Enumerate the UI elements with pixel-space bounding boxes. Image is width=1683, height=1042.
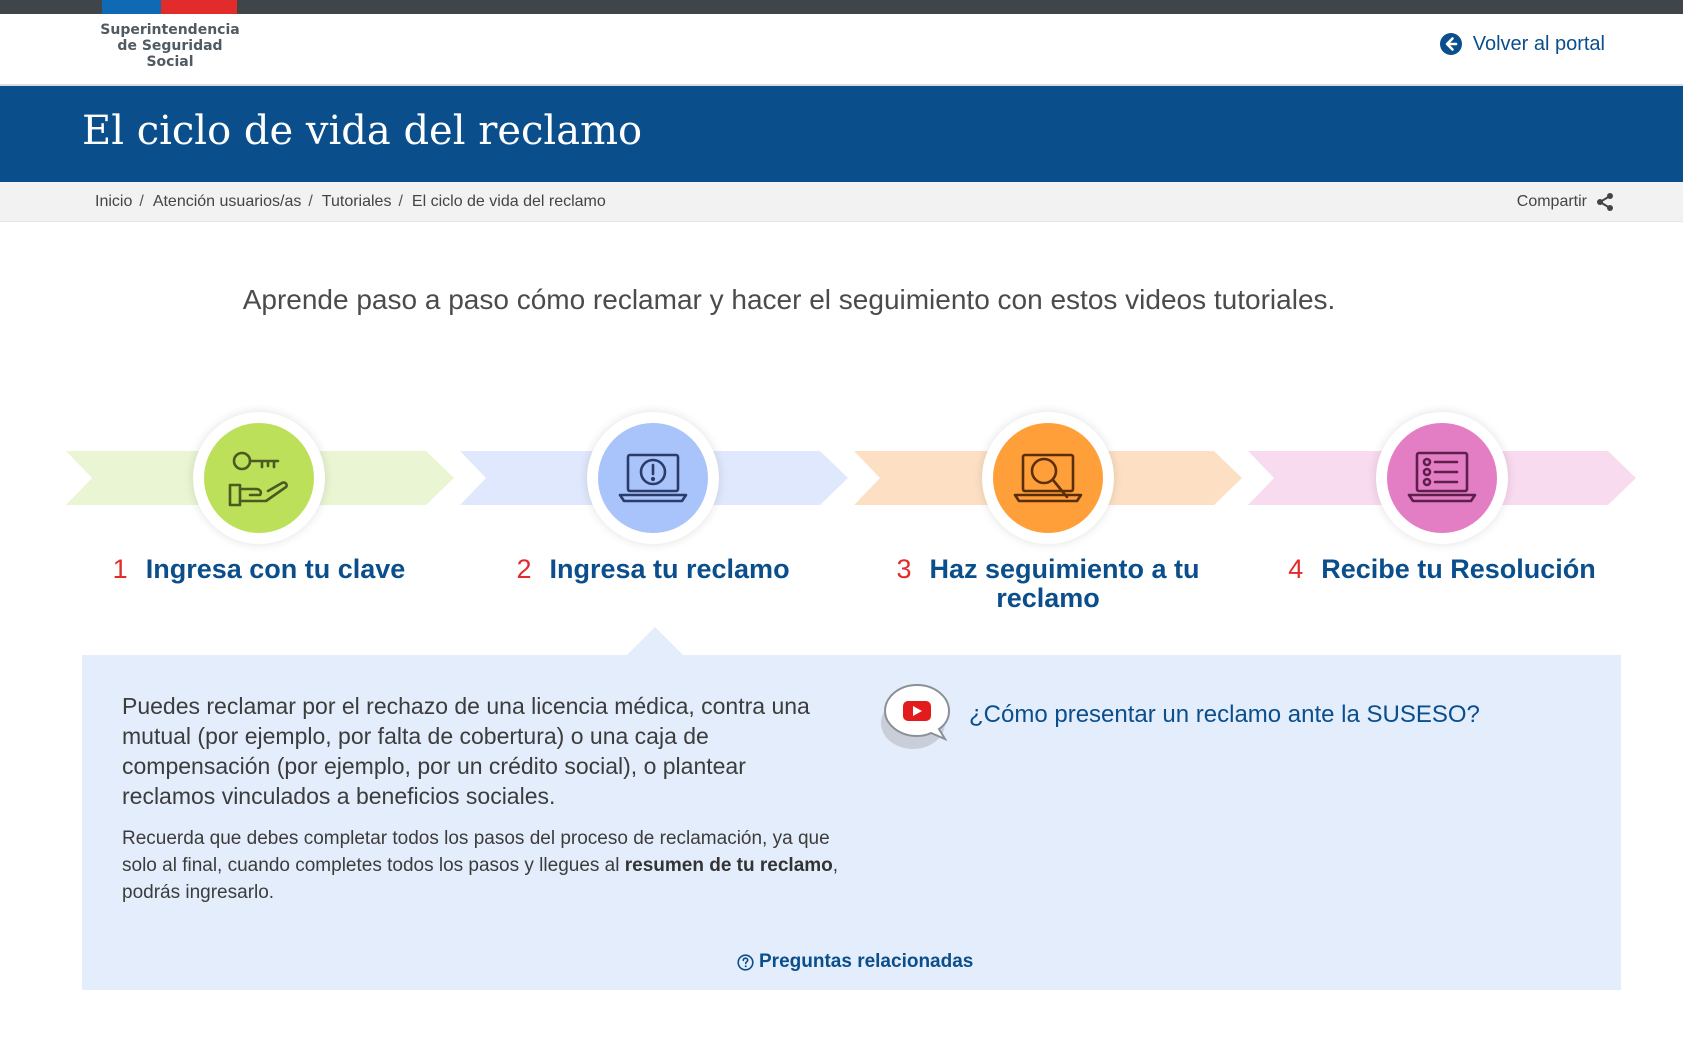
logo-line-3: Social (146, 54, 194, 70)
step-1-circle[interactable] (193, 412, 325, 544)
step-3-number: 3 (896, 554, 912, 584)
panel-note: Recuerda que debes completar todos los p… (122, 825, 842, 906)
logo-line-2: de Seguridad (117, 38, 223, 54)
step-detail-panel: Puedes reclamar por el rechazo de una li… (82, 655, 1621, 990)
breadcrumb-inicio[interactable]: Inicio (95, 193, 132, 211)
breadcrumb-separator: / (139, 193, 144, 210)
share-icon (1597, 193, 1613, 211)
step-3-label[interactable]: 3 Haz seguimiento a tu reclamo (868, 555, 1228, 613)
youtube-bubble-icon (881, 683, 951, 749)
related-questions-link[interactable]: Preguntas relacionadas (737, 951, 973, 973)
site-header: Superintendencia de Seguridad Social Vol… (0, 14, 1683, 86)
back-to-portal-label: Volver al portal (1472, 32, 1605, 55)
video-tutorial-link[interactable]: ¿Cómo presentar un reclamo ante la SUSES… (877, 679, 1480, 751)
related-questions-label: Preguntas relacionadas (759, 951, 974, 972)
step-1-title: Ingresa con tu clave (145, 554, 406, 584)
share-button[interactable]: Compartir (1517, 192, 1615, 212)
breadcrumb-tutoriales[interactable]: Tutoriales (322, 193, 392, 211)
step-2-number: 2 (516, 554, 532, 584)
step-1-number: 1 (112, 554, 128, 584)
breadcrumb-current: El ciclo de vida del reclamo (411, 193, 606, 210)
step-4-number: 4 (1288, 554, 1304, 584)
breadcrumb-bar: Inicio / Atención usuarios/as / Tutorial… (0, 182, 1683, 222)
title-banner: El ciclo de vida del reclamo (0, 86, 1683, 182)
steps-timeline: 1 Ingresa con tu clave 2 Ingresa tu reclam… (0, 405, 1683, 645)
question-circle-icon (737, 953, 754, 971)
step-4-icon-bg (1387, 423, 1497, 533)
flag-stripe-red (161, 0, 237, 14)
laptop-checklist-icon (1407, 451, 1477, 503)
share-label: Compartir (1516, 193, 1587, 210)
arrow-left-circle-icon (1439, 33, 1462, 55)
breadcrumb-separator: / (308, 193, 313, 210)
suseso-logo[interactable]: Superintendencia de Seguridad Social (100, 22, 240, 70)
step-2-icon-bg (598, 423, 708, 533)
flag-stripe-blue (102, 0, 161, 14)
laptop-alert-icon (618, 453, 688, 503)
step-4-label[interactable]: 4 Recibe tu Resolución (1262, 555, 1622, 584)
panel-pointer (627, 627, 683, 655)
key-hand-icon (228, 451, 288, 507)
step-4-title: Recibe tu Resolución (1321, 554, 1596, 584)
step-1-label[interactable]: 1 Ingresa con tu clave (79, 555, 439, 584)
top-bar (0, 0, 1683, 14)
intro-text: Aprende paso a paso cómo reclamar y hace… (242, 284, 1336, 315)
page-title: El ciclo de vida del reclamo (82, 108, 643, 154)
step-4-circle[interactable] (1376, 412, 1508, 544)
breadcrumb: Inicio / Atención usuarios/as / Tutorial… (95, 193, 606, 211)
step-3-title: Haz seguimiento a tu reclamo (929, 554, 1200, 613)
back-to-portal-link[interactable]: Volver al portal (1439, 32, 1605, 56)
step-3-circle[interactable] (982, 412, 1114, 544)
laptop-search-icon (1013, 453, 1083, 503)
panel-description: Puedes reclamar por el rechazo de una li… (122, 693, 810, 809)
video-tutorial-label: ¿Cómo presentar un reclamo ante la SUSES… (969, 701, 1480, 728)
step-2-circle[interactable] (587, 412, 719, 544)
logo-line-1: Superintendencia (100, 22, 240, 38)
step-1-icon-bg (204, 423, 314, 533)
step-3-icon-bg (993, 423, 1103, 533)
breadcrumb-separator: / (398, 193, 403, 210)
panel-note-bold: resumen de tu reclamo (624, 855, 833, 876)
step-2-label[interactable]: 2 Ingresa tu reclamo (473, 555, 833, 584)
step-2-title: Ingresa tu reclamo (549, 554, 790, 584)
breadcrumb-atencion[interactable]: Atención usuarios/as (153, 193, 302, 211)
